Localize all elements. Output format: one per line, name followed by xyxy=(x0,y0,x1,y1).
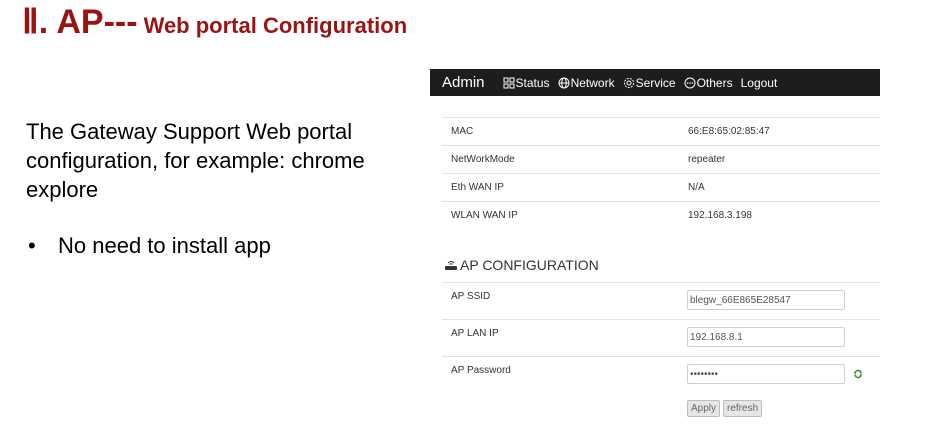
ssid-label: AP SSID xyxy=(451,291,491,302)
globe-icon xyxy=(558,77,570,88)
info-key: MAC xyxy=(451,126,474,137)
ap-configuration-heading: AP CONFIGURATION xyxy=(444,257,599,273)
info-value: 192.168.3.198 xyxy=(688,210,752,221)
nav-status-label: Status xyxy=(515,75,550,90)
nav-others[interactable]: Others xyxy=(684,76,733,90)
title-sub: Web portal Configuration xyxy=(143,13,408,38)
portal-navbar: Admin Status Network Service Others Logo… xyxy=(430,69,880,96)
nav-others-label: Others xyxy=(696,75,733,90)
table-row: Eth WAN IP N/A xyxy=(442,173,880,201)
form-row-lan-ip: AP LAN IP xyxy=(442,319,880,356)
web-portal-screenshot: Admin Status Network Service Others Logo… xyxy=(430,69,880,432)
ap-config-form: AP SSID AP LAN IP AP Password xyxy=(442,282,880,393)
info-key: Eth WAN IP xyxy=(451,182,504,193)
ap-configuration-title: AP CONFIGURATION xyxy=(460,257,599,273)
apply-button[interactable]: Apply xyxy=(687,400,721,417)
intro-text: The Gateway Support Web portal configura… xyxy=(26,119,365,202)
lan-ip-input[interactable] xyxy=(687,327,845,347)
password-input[interactable] xyxy=(687,364,845,384)
nav-status[interactable]: Status xyxy=(503,76,550,90)
bullet-text: No need to install app xyxy=(58,233,271,258)
nav-logout[interactable]: Logout xyxy=(741,76,778,90)
ellipsis-circle-icon xyxy=(684,77,696,88)
bullet-marker: • xyxy=(28,233,36,258)
bullet-item: • No need to install app xyxy=(28,233,271,259)
info-key: WLAN WAN IP xyxy=(451,210,518,221)
form-actions: Apply refresh xyxy=(687,400,765,417)
show-password-icon[interactable] xyxy=(853,369,863,379)
password-label: AP Password xyxy=(451,365,511,376)
gear-icon xyxy=(623,77,634,88)
nav-service[interactable]: Service xyxy=(623,76,676,90)
form-row-ssid: AP SSID xyxy=(442,282,880,319)
refresh-button[interactable]: refresh xyxy=(723,400,763,417)
router-icon xyxy=(445,261,457,270)
table-row: NetWorkMode repeater xyxy=(442,145,880,173)
slide-title: Ⅱ. AP--- Web portal Configuration xyxy=(22,2,407,42)
title-numeral: Ⅱ xyxy=(22,4,39,41)
nav-network-label: Network xyxy=(570,75,615,90)
nav-logout-label: Logout xyxy=(740,75,778,90)
grid-icon xyxy=(503,77,515,88)
info-value: N/A xyxy=(688,182,705,193)
table-row: WLAN WAN IP 192.168.3.198 xyxy=(442,201,880,229)
info-key: NetWorkMode xyxy=(451,154,515,165)
ssid-input[interactable] xyxy=(687,290,845,310)
brand-link[interactable]: Admin xyxy=(442,74,485,91)
info-value: repeater xyxy=(688,154,726,165)
form-row-password: AP Password xyxy=(442,356,880,393)
table-row: MAC 66:E8:65:02:85:47 xyxy=(442,117,880,145)
nav-network[interactable]: Network xyxy=(558,76,615,90)
title-main: . AP--- xyxy=(38,3,138,41)
lan-ip-label: AP LAN IP xyxy=(451,328,499,339)
nav-service-label: Service xyxy=(635,75,676,90)
info-value: 66:E8:65:02:85:47 xyxy=(688,126,770,137)
status-info-table: MAC 66:E8:65:02:85:47 NetWorkMode repeat… xyxy=(442,117,880,229)
